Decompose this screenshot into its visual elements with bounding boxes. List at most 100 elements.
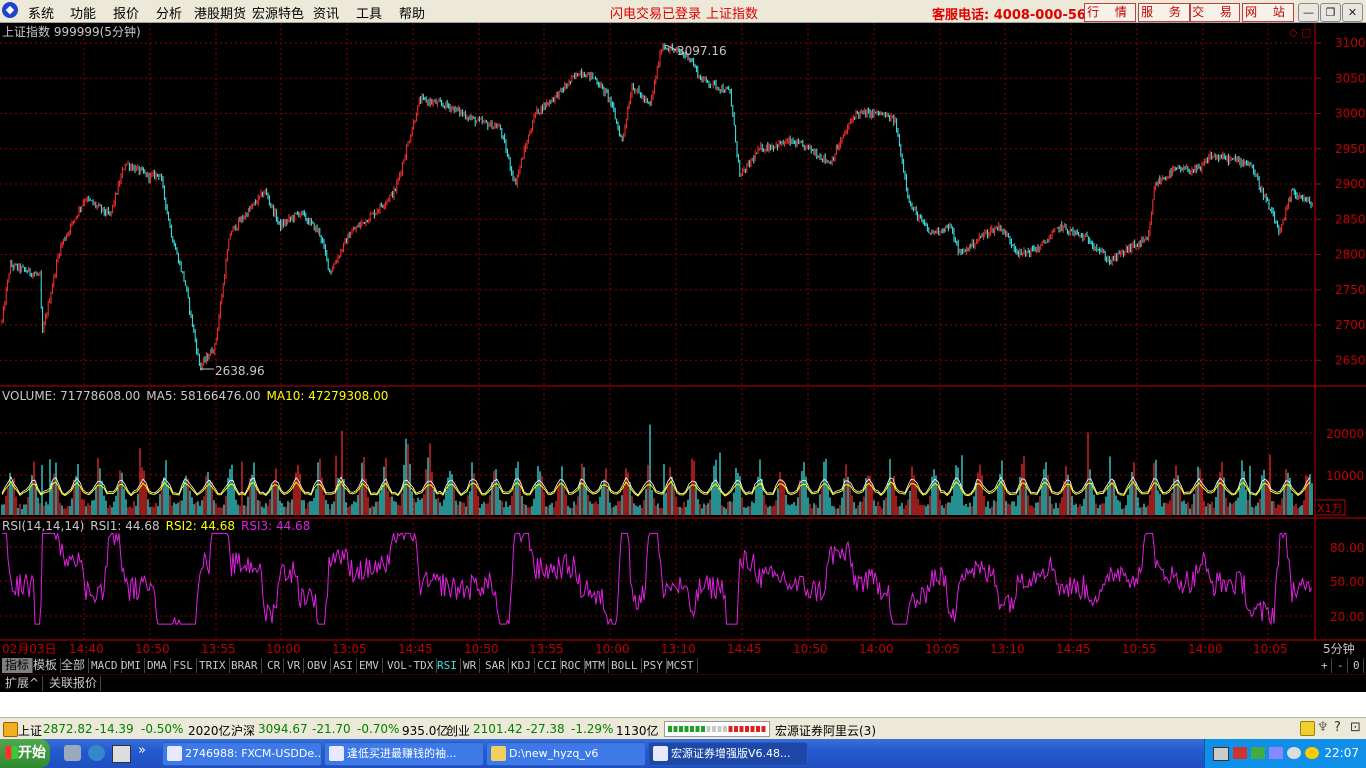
cy-value: 2101.42	[473, 722, 523, 736]
browser-icon[interactable]	[88, 745, 105, 761]
app-logo-icon: ◆	[2, 2, 18, 18]
tab-vr[interactable]: VR	[284, 658, 305, 673]
extend-tab[interactable]: 扩展^	[2, 676, 44, 691]
tab-all[interactable]: 全部	[58, 658, 90, 673]
menu-quote[interactable]: 报价	[113, 3, 139, 22]
sh-label: 上证	[18, 724, 43, 738]
menu-tools[interactable]: 工具	[356, 3, 382, 22]
tab-indicator[interactable]: 指标	[2, 658, 34, 673]
tab-asi[interactable]: ASI	[330, 658, 357, 673]
zoom-in-button[interactable]: +	[1318, 658, 1332, 673]
sh-value: 2872.82	[43, 722, 93, 736]
sh-pct: -0.50%	[141, 722, 184, 736]
notice-icon[interactable]	[1300, 721, 1315, 736]
lock-icon[interactable]: ⊡	[1350, 720, 1361, 735]
time-axis-label: 10:55	[1122, 642, 1157, 656]
menu-info[interactable]: 资讯	[313, 3, 339, 22]
time-axis-label: 10:00	[266, 642, 301, 656]
task-folder[interactable]: D:\new_hyzq_v6	[486, 742, 646, 766]
tab-brar[interactable]: BRAR	[228, 658, 262, 673]
tab-macd[interactable]: MACD	[88, 658, 122, 673]
time-axis-label: 14:00	[1188, 642, 1223, 656]
tab-fsl[interactable]: FSL	[170, 658, 197, 673]
meter-segment	[723, 726, 727, 732]
window-icon[interactable]	[112, 745, 131, 763]
chart-option-icons[interactable]: ◇ ▢	[1289, 26, 1311, 39]
stock-chart[interactable]: 上证指数 999999(5分钟) ◇ ▢ 3097.16 2638.96 310…	[0, 23, 1366, 657]
index-link[interactable]: 上证指数	[706, 3, 758, 22]
related-quote-tab[interactable]: 关联报价	[46, 676, 102, 691]
price-axis-label: 2850	[1335, 212, 1366, 226]
rsi-header: RSI(14,14,14) RSI1: 44.68 RSI2: 44.68 RSI3:…	[2, 519, 310, 533]
rsi-axis-20: 20.00	[1330, 610, 1364, 624]
rsi2-value: RSI2: 44.68	[166, 519, 235, 533]
tab-voltdx[interactable]: VOL-TDX	[384, 658, 438, 673]
reset-button[interactable]: 0	[1350, 658, 1364, 673]
app-icon	[167, 746, 182, 761]
tab-kdj[interactable]: KDJ	[508, 658, 535, 673]
tab-roc[interactable]: ROC	[558, 658, 585, 673]
time-axis-label: 13:05	[332, 642, 367, 656]
time-axis-label: 13:55	[529, 642, 564, 656]
period-label[interactable]: 5分钟	[1323, 641, 1355, 656]
tab-trix[interactable]: TRIX	[196, 658, 230, 673]
hint-icon[interactable]: ?	[1334, 720, 1341, 735]
tab-cr[interactable]: CR	[264, 658, 285, 673]
tab-psy[interactable]: PSY	[640, 658, 667, 673]
task-fxcm[interactable]: 2746988: FXCM-USDDe...	[162, 742, 322, 766]
tab-cci[interactable]: CCI	[534, 658, 561, 673]
security-icon[interactable]	[1305, 747, 1319, 759]
meter-segment	[712, 726, 716, 732]
tab-sar[interactable]: SAR	[482, 658, 509, 673]
show-desktop-icon[interactable]	[64, 745, 81, 761]
tab-boll[interactable]: BOLL	[608, 658, 642, 673]
indicator-tab-bar: 指标 模板 全部 MACD DMI DMA FSL TRIX BRAR CR VR OBV ASI EMV…	[0, 657, 1366, 674]
minimize-icon[interactable]: —	[1298, 3, 1319, 22]
menu-help[interactable]: 帮助	[399, 3, 425, 22]
tab-mtm[interactable]: MTM	[582, 658, 609, 673]
menu-function[interactable]: 功能	[70, 3, 96, 22]
menu-system[interactable]: 系统	[28, 3, 54, 22]
tab-obv[interactable]: OBV	[304, 658, 331, 673]
zoom-out-button[interactable]: -	[1334, 658, 1348, 673]
restore-icon[interactable]: ❐	[1320, 3, 1341, 22]
menu-hongyuan[interactable]: 宏源特色	[252, 3, 304, 22]
time-axis-label: 13:10	[990, 642, 1025, 656]
website-button[interactable]: 网 站	[1242, 3, 1294, 22]
tab-rsi[interactable]: RSI	[434, 658, 461, 673]
tab-mcst[interactable]: MCST	[664, 658, 698, 673]
update-icon[interactable]	[1251, 747, 1265, 759]
meter-segment	[668, 726, 672, 732]
task-hongyuan[interactable]: 宏源证券增强版V6.48...	[648, 742, 808, 766]
trade-button[interactable]: 交 易	[1190, 3, 1240, 22]
market-button[interactable]: 行 情	[1084, 3, 1136, 22]
close-icon[interactable]: ✕	[1342, 3, 1363, 22]
menu-analysis[interactable]: 分析	[156, 3, 182, 22]
time-axis-label: 02月03日	[2, 642, 57, 656]
tab-dma[interactable]: DMA	[144, 658, 171, 673]
meter-segment	[750, 726, 755, 732]
quicklaunch-more-icon[interactable]: »	[138, 743, 146, 758]
system-tray: 22:07	[1204, 739, 1366, 768]
task-article[interactable]: 逢低买进最赚钱的袖...	[324, 742, 484, 766]
volume-ma5: MA5: 58166476.00	[146, 389, 260, 403]
volume-icon[interactable]	[1269, 747, 1283, 759]
network-icon[interactable]	[1233, 747, 1247, 759]
tab-wr[interactable]: WR	[460, 658, 481, 673]
keyboard-icon[interactable]	[1213, 747, 1229, 761]
volume-ma10: MA10: 47279308.00	[267, 389, 389, 403]
tab-template[interactable]: 模板	[30, 658, 62, 673]
volume-unit: X1万	[1317, 502, 1343, 515]
tab-dmi[interactable]: DMI	[118, 658, 145, 673]
status-icon	[3, 722, 18, 737]
cy-change: -27.38	[526, 722, 565, 736]
meter-segment	[756, 726, 760, 732]
cy-amount: 1130亿	[616, 724, 659, 738]
shield-icon[interactable]	[1287, 747, 1301, 759]
extension-bar: 扩展^ 关联报价	[0, 674, 1366, 692]
meter-segment	[695, 726, 700, 732]
price-axis-label: 3050	[1335, 71, 1366, 85]
tab-emv[interactable]: EMV	[356, 658, 383, 673]
service-button[interactable]: 服 务	[1138, 3, 1190, 22]
menu-hk-futures[interactable]: 港股期货	[194, 3, 246, 22]
